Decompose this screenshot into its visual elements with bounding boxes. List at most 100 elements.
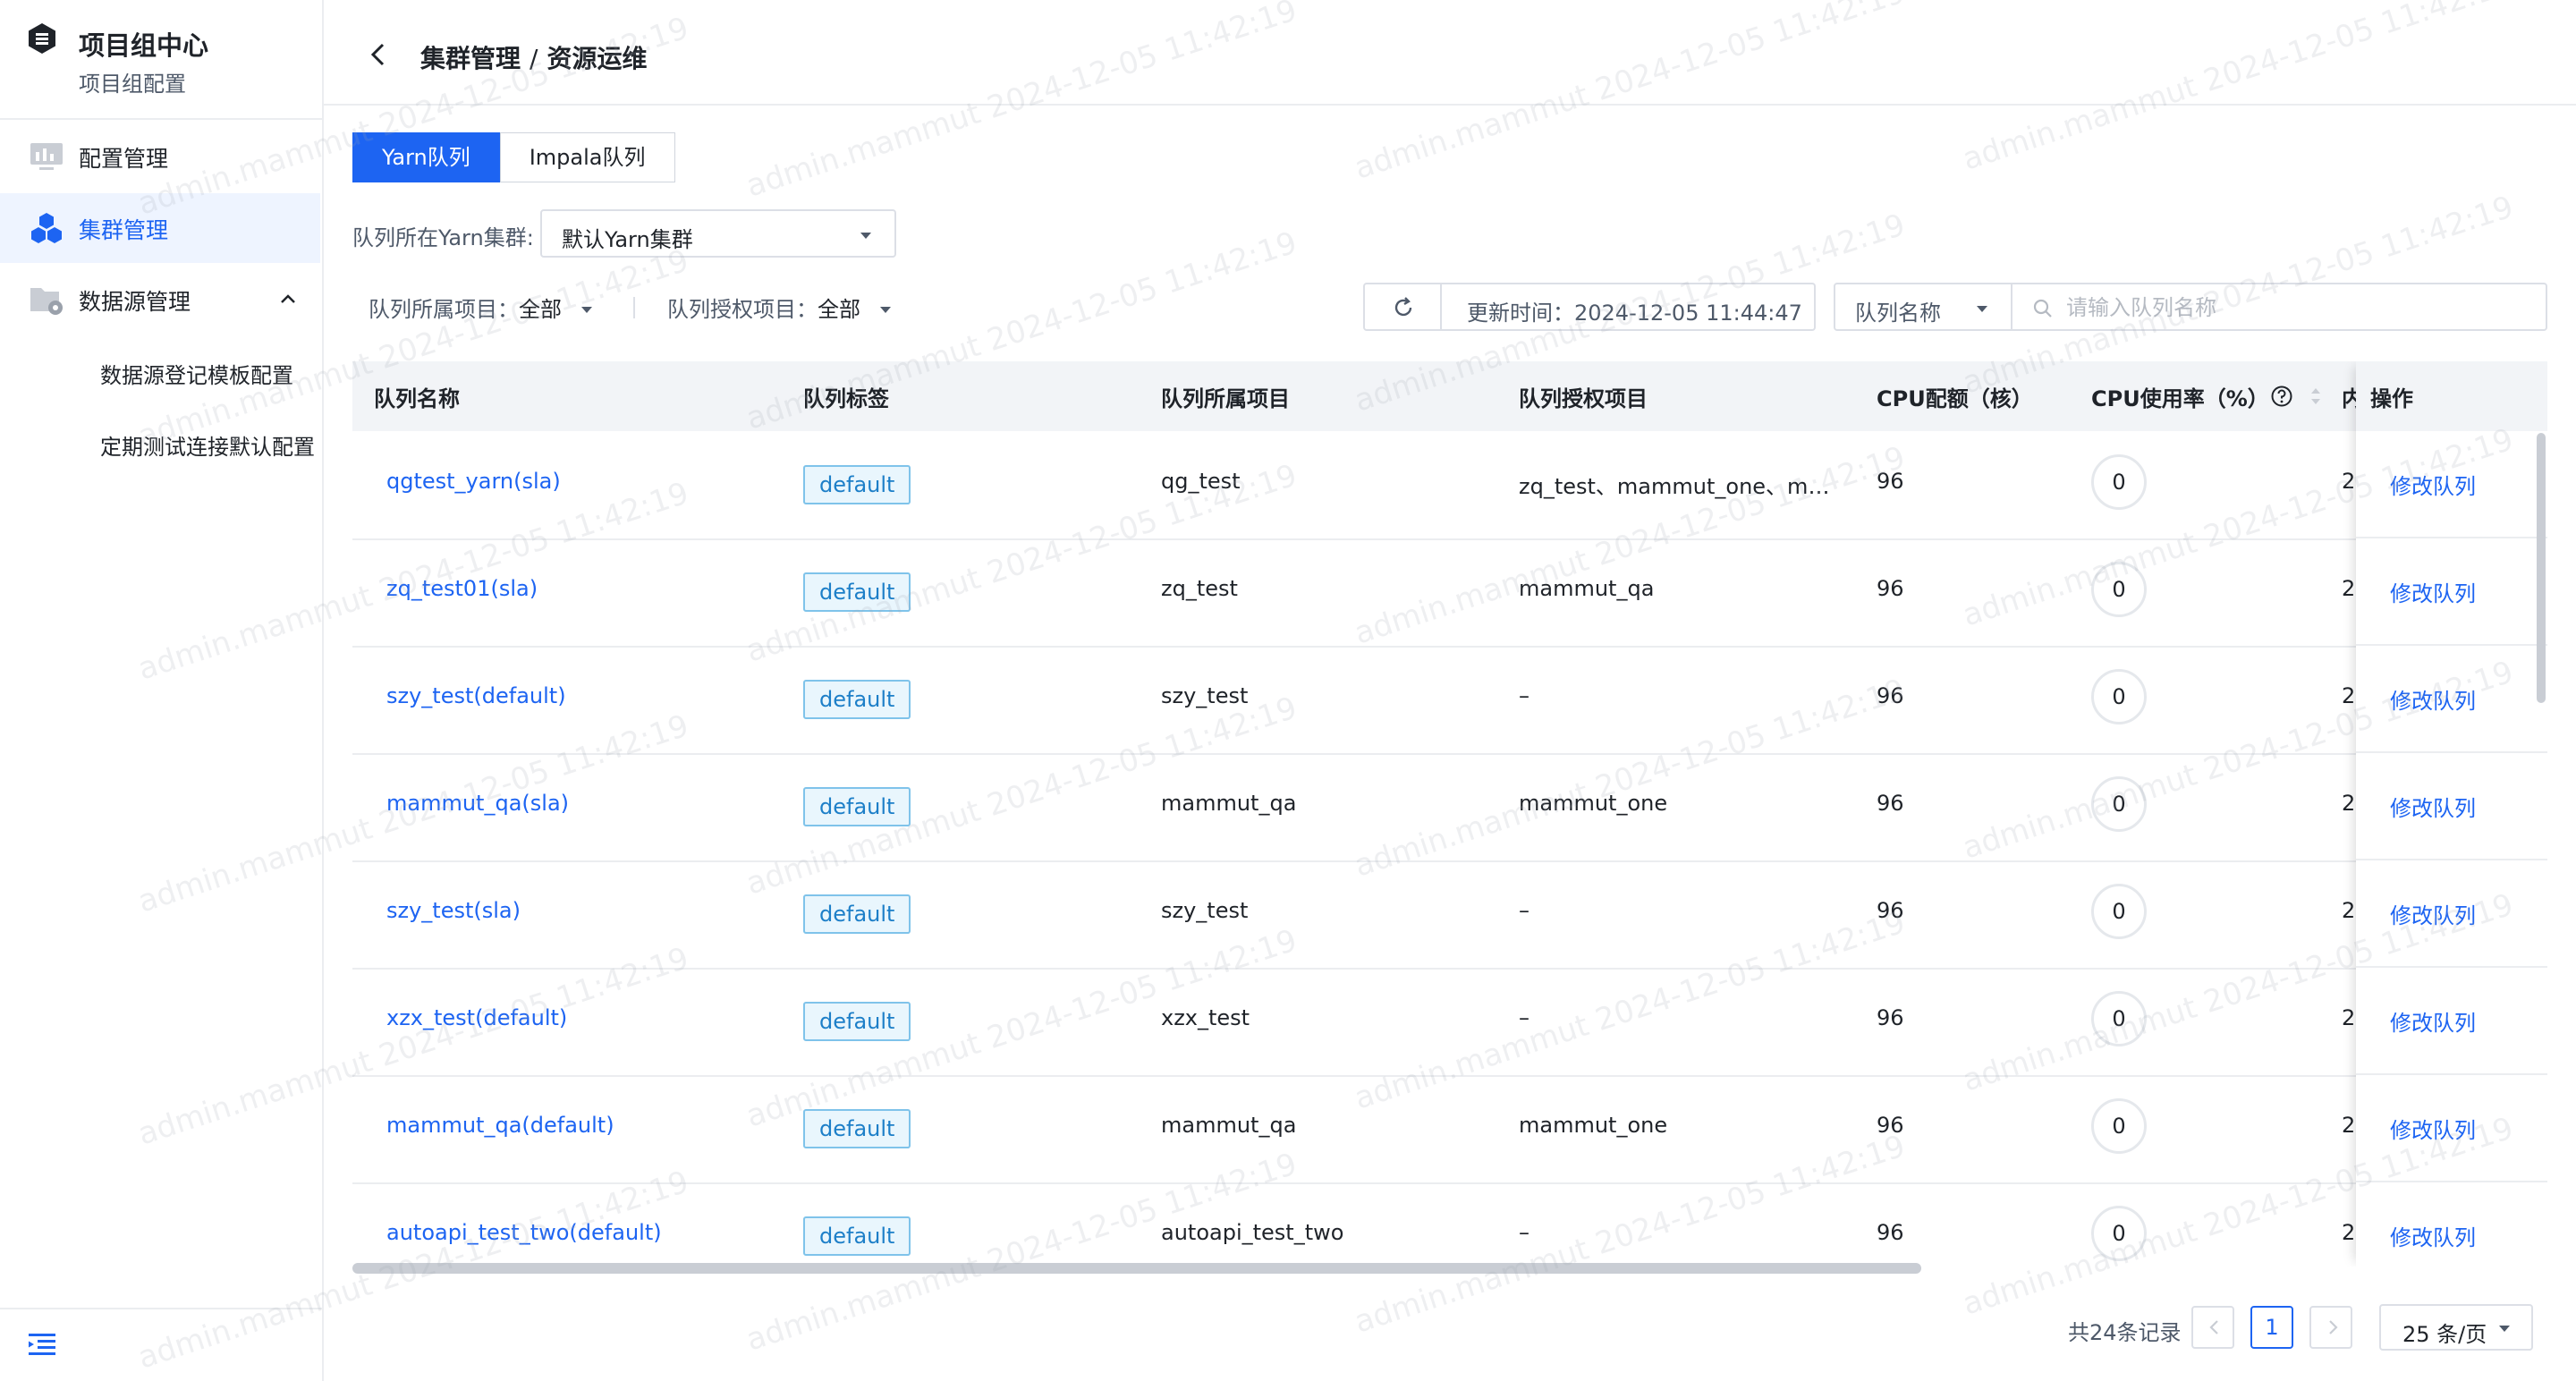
row-divider <box>2356 751 2547 753</box>
edit-queue-link[interactable]: 修改队列 <box>2390 898 2476 929</box>
total-records: 共24条记录 <box>2068 1320 2182 1345</box>
queue-project: xzx_test <box>1161 1005 1250 1030</box>
sidebar-subitem-label: 定期测试连接默认配置 <box>100 435 315 460</box>
table-row: mammut_qa(default) default mammut_qa mammut… <box>352 1075 2547 1184</box>
caret-down-icon <box>860 233 871 239</box>
edit-queue-link[interactable]: 修改队列 <box>2390 791 2476 822</box>
cpu-usage-ring: 0 <box>2091 454 2147 510</box>
cpu-usage-ring: 0 <box>2091 776 2147 832</box>
table-row: szy_test(sla) default szy_test –96 0 2! <box>352 860 2547 970</box>
sidebar-subitem-template[interactable]: 数据源登记模板配置 <box>0 336 320 406</box>
queue-project: szy_test <box>1161 683 1249 708</box>
refresh-icon <box>1394 297 1412 317</box>
cpu-usage-ring: 0 <box>2091 562 2147 617</box>
col-header-cpu: CPU配额（核） <box>1877 386 2033 411</box>
edit-queue-link[interactable]: 修改队列 <box>2390 576 2476 607</box>
queue-name-link[interactable]: szy_test(sla) <box>386 898 521 923</box>
tab-yarn-queue[interactable]: Yarn队列 <box>352 132 500 182</box>
queue-tag-badge: default <box>803 1002 911 1041</box>
edit-queue-link[interactable]: 修改队列 <box>2390 1005 2476 1037</box>
sidebar-item-label: 数据源管理 <box>79 289 191 315</box>
sidebar-item-datasource[interactable]: 数据源管理 <box>0 265 320 335</box>
table-row: qgtest_yarn(sla) default qg_test zq_test、ma… <box>352 431 2547 540</box>
datasource-folder-icon <box>30 288 63 315</box>
search-type-select[interactable]: 队列名称 <box>1834 283 2012 331</box>
caret-down-icon <box>580 307 592 313</box>
queue-name-link[interactable]: szy_test(default) <box>386 683 566 708</box>
breadcrumb: 集群管理 / 资源运维 <box>420 39 647 75</box>
sidebar-bottom-divider <box>0 1308 322 1309</box>
queue-cpu-quota: 96 <box>1877 791 1904 816</box>
auth-filter-value: 全部 <box>818 297 860 322</box>
queue-auth-projects: – <box>1519 1005 1530 1030</box>
queue-name-link[interactable]: mammut_qa(default) <box>386 1113 614 1138</box>
fixed-operation-column: 操作 修改队列 修改队列 修改队列 修改队列 修改队列 修改队列 修改队列 修改队列 <box>2356 361 2547 1267</box>
queue-auth-projects: zq_test、mammut_one、ma... <box>1519 474 1832 499</box>
search-box <box>2011 283 2547 331</box>
col-header-tag: 队列标签 <box>803 386 889 411</box>
project-filter[interactable]: 队列所属项目：全部 <box>369 292 592 323</box>
cpu-usage-ring: 0 <box>2091 669 2147 724</box>
edit-queue-link[interactable]: 修改队列 <box>2390 469 2476 500</box>
queue-tag-badge: default <box>803 680 911 719</box>
next-page-button[interactable] <box>2309 1306 2352 1349</box>
update-time: 更新时间：2024-12-05 11:44:47 <box>1440 283 1816 331</box>
queue-name-link[interactable]: autoapi_test_two(default) <box>386 1220 662 1245</box>
queue-name-link[interactable]: qgtest_yarn(sla) <box>386 469 561 494</box>
queue-cpu-quota: 96 <box>1877 1113 1904 1138</box>
sidebar-item-config[interactable]: 配置管理 <box>0 122 320 191</box>
col-header-cpu-usage: CPU使用率（%） <box>2091 386 2269 411</box>
update-time-text: 更新时间：2024-12-05 11:44:47 <box>1467 301 1802 326</box>
queue-project: mammut_qa <box>1161 791 1297 816</box>
edit-queue-link[interactable]: 修改队列 <box>2390 683 2476 715</box>
cluster-select[interactable]: 默认Yarn集群 <box>540 209 896 258</box>
queue-auth-projects: mammut_one <box>1519 791 1668 816</box>
search-type-value: 队列名称 <box>1855 301 1941 326</box>
project-center-logo-icon <box>29 23 55 54</box>
sidebar-subitem-label: 数据源登记模板配置 <box>100 363 293 388</box>
sort-icon[interactable] <box>2309 385 2322 408</box>
row-divider <box>2356 1181 2547 1182</box>
current-page-button[interactable]: 1 <box>2250 1306 2293 1349</box>
edit-queue-link[interactable]: 修改队列 <box>2390 1220 2476 1251</box>
queue-name-link[interactable]: zq_test01(sla) <box>386 576 538 601</box>
cpu-usage-ring: 0 <box>2091 1098 2147 1154</box>
page-header: 集群管理 / 资源运维 <box>324 0 2576 106</box>
chevron-right-icon <box>2329 1320 2338 1334</box>
refresh-button[interactable] <box>1363 283 1442 331</box>
brand-title: 项目组中心 <box>79 30 209 61</box>
cluster-select-value: 默认Yarn集群 <box>562 227 693 252</box>
auth-filter[interactable]: 队列授权项目：全部 <box>667 292 891 323</box>
col-header-project: 队列所属项目 <box>1161 386 1290 411</box>
horizontal-scrollbar[interactable] <box>352 1263 1921 1274</box>
vertical-scrollbar[interactable] <box>2537 433 2546 703</box>
table-row: xzx_test(default) default xzx_test –96 0 2! <box>352 968 2547 1077</box>
cluster-label: 队列所在Yarn集群: <box>352 225 534 250</box>
sidebar: 项目组中心 项目组配置 配置管理 集群管理 数据源管理 数据源登记模板配置 定期… <box>0 0 324 1381</box>
breadcrumb-parent[interactable]: 集群管理 <box>420 44 521 73</box>
chevron-up-icon[interactable] <box>277 288 299 309</box>
back-arrow-icon[interactable] <box>367 41 390 68</box>
queue-tag-badge: default <box>803 572 911 612</box>
search-icon <box>2033 299 2052 318</box>
queue-name-link[interactable]: xzx_test(default) <box>386 1005 567 1030</box>
search-input[interactable] <box>2064 292 2533 324</box>
collapse-menu-icon[interactable] <box>27 1331 57 1358</box>
page-size-select[interactable]: 25 条/页 <box>2379 1304 2533 1351</box>
queue-auth-projects: – <box>1519 683 1530 708</box>
queue-cpu-quota: 96 <box>1877 576 1904 601</box>
tab-impala-queue[interactable]: Impala队列 <box>499 132 675 182</box>
edit-queue-link[interactable]: 修改队列 <box>2390 1113 2476 1144</box>
queue-tag-badge: default <box>803 894 911 934</box>
queue-project: autoapi_test_two <box>1161 1220 1344 1245</box>
queue-project: szy_test <box>1161 898 1249 923</box>
queue-name-link[interactable]: mammut_qa(sla) <box>386 791 569 816</box>
col-header-auth: 队列授权项目 <box>1519 386 1648 411</box>
sidebar-subitem-test-config[interactable]: 定期测试连接默认配置 <box>0 408 320 478</box>
help-circle-icon[interactable] <box>2270 385 2293 408</box>
breadcrumb-current: 资源运维 <box>547 44 648 73</box>
prev-page-button[interactable] <box>2191 1306 2234 1349</box>
caret-down-icon <box>2499 1326 2510 1332</box>
sidebar-item-cluster[interactable]: 集群管理 <box>0 193 320 263</box>
breadcrumb-separator: / <box>530 44 538 73</box>
